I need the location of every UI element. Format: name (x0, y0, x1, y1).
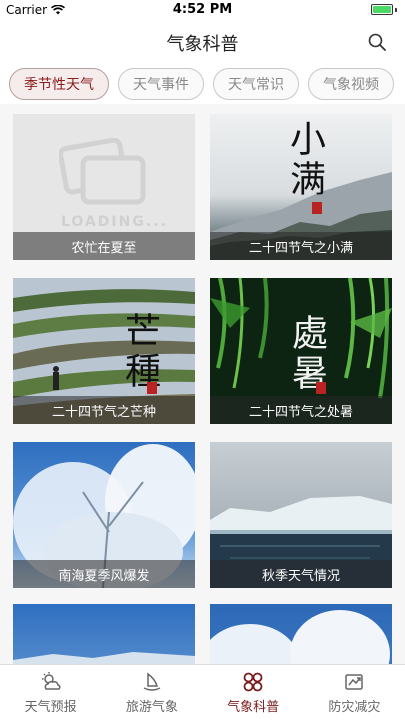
status-time: 4:52 PM (172, 2, 233, 17)
bottom-tab-label: 旅游气象 (125, 699, 178, 715)
battery-icon (371, 4, 393, 15)
article-card[interactable]: 芒種 二十四节气之芒种 (13, 278, 195, 424)
status-bar: Carrier 4:52 PM (0, 0, 405, 20)
bottom-tab-bar: 天气预报 旅游气象 气象科普 防灾减灾 (0, 664, 405, 720)
bottom-tab-science[interactable]: 气象科普 (203, 665, 304, 720)
bottom-tab-label: 天气预报 (24, 699, 77, 715)
card-calligraphy: 芒種 (119, 312, 160, 392)
card-image (210, 604, 392, 664)
article-card[interactable]: LOADING... 农忙在夏至 (13, 114, 195, 260)
card-image (13, 604, 195, 664)
seal-stamp (312, 202, 322, 214)
bottom-tab-disaster[interactable]: 防灾减灾 (304, 665, 405, 720)
seal-stamp (147, 382, 157, 394)
seal-stamp (316, 382, 326, 394)
article-card[interactable]: 處暑 二十四节气之处暑 (210, 278, 392, 424)
article-card[interactable]: 南海夏季风爆发 (13, 442, 195, 588)
card-caption: 二十四节气之小满 (210, 232, 392, 260)
card-caption: 南海夏季风爆发 (13, 560, 195, 588)
tab-weather-events[interactable]: 天气事件 (118, 68, 204, 100)
sail-icon (143, 672, 161, 691)
bottom-tab-label: 防灾减灾 (328, 699, 381, 715)
search-icon[interactable] (367, 32, 387, 52)
bottom-tab-travel[interactable]: 旅游气象 (101, 665, 202, 720)
article-grid: LOADING... 农忙在夏至 小满 二十四节气之小满 芒種 二十四节气之芒种… (0, 104, 405, 664)
battery-indicator (371, 4, 397, 15)
sun-cloud-icon (41, 671, 61, 690)
article-card[interactable] (13, 604, 195, 664)
article-card[interactable]: 小满 二十四节气之小满 (210, 114, 392, 260)
nav-bar: 气象科普 (0, 20, 405, 64)
tab-weather-knowledge[interactable]: 天气常识 (213, 68, 299, 100)
card-calligraphy: 小满 (284, 120, 325, 200)
bottom-tab-label: 气象科普 (227, 699, 280, 715)
disaster-icon (345, 673, 364, 690)
page-title: 气象科普 (166, 34, 239, 55)
article-card[interactable] (210, 604, 392, 664)
card-caption: 二十四节气之处暑 (210, 396, 392, 424)
article-card[interactable]: 秋季天气情况 (210, 442, 392, 588)
card-caption: 二十四节气之芒种 (13, 396, 195, 424)
image-placeholder-icon (59, 138, 146, 205)
category-tabs: 季节性天气 天气事件 天气常识 气象视频 (0, 64, 405, 104)
card-caption: 农忙在夏至 (13, 232, 195, 260)
loading-text: LOADING... (61, 214, 168, 230)
tab-weather-videos[interactable]: 气象视频 (308, 68, 394, 100)
tab-seasonal-weather[interactable]: 季节性天气 (9, 68, 109, 100)
bottom-tab-forecast[interactable]: 天气预报 (0, 665, 101, 720)
grid-flower-icon (243, 672, 263, 691)
card-caption: 秋季天气情况 (210, 560, 392, 588)
